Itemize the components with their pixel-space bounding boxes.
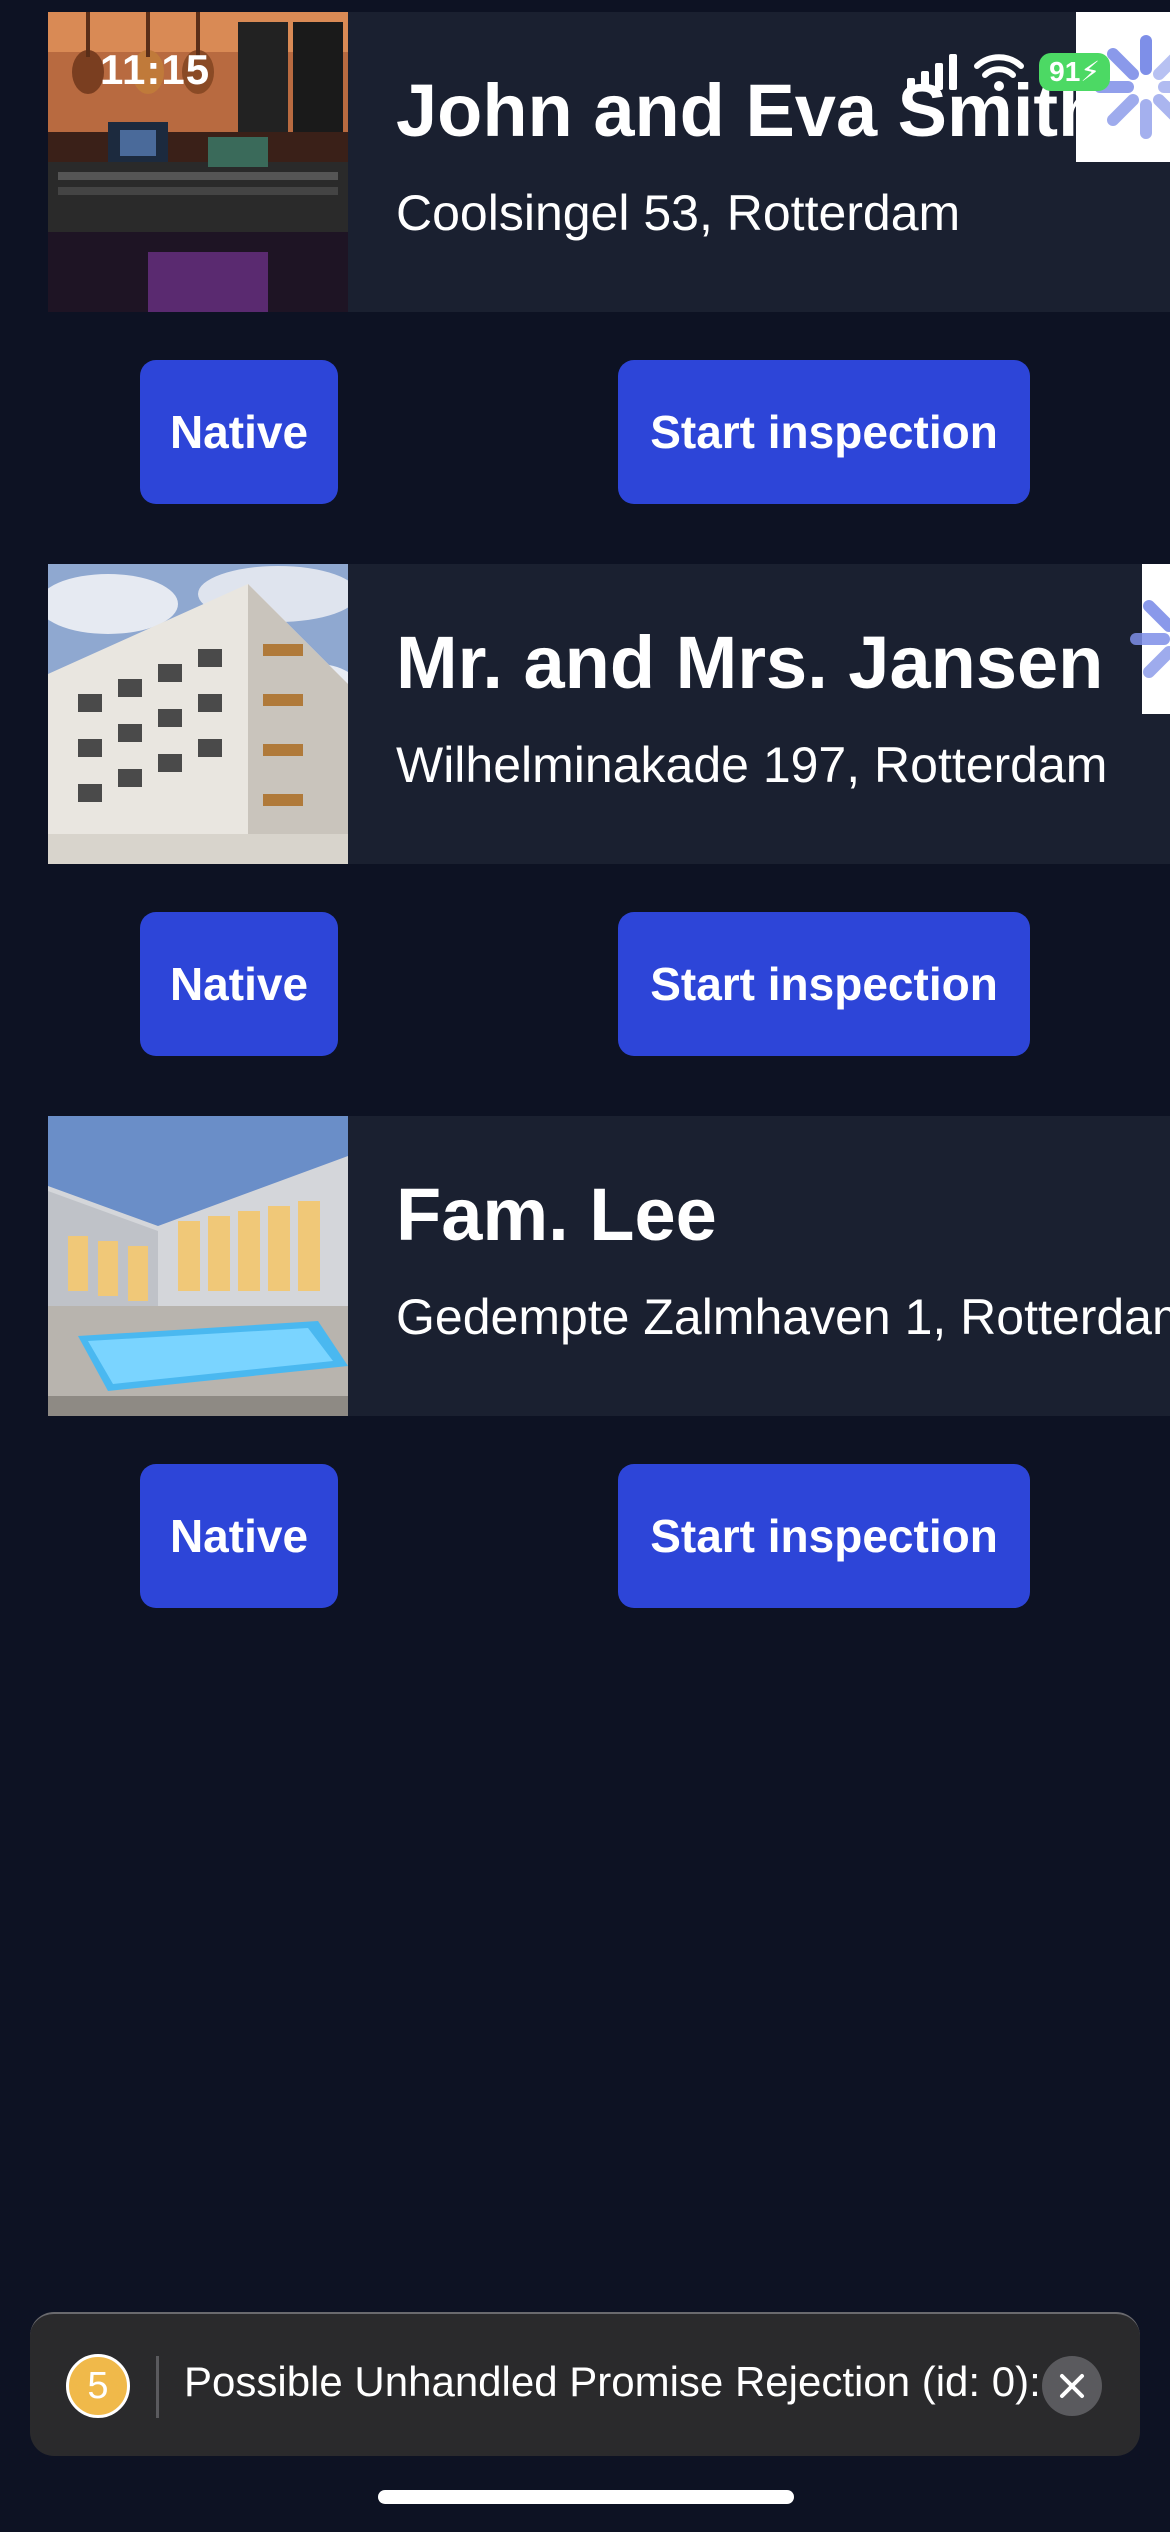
property-address: Coolsingel 53, Rotterdam	[396, 185, 961, 241]
start-inspection-button[interactable]: Start inspection	[618, 360, 1030, 504]
start-inspection-button[interactable]: Start inspection	[618, 1464, 1030, 1608]
property-name: Fam. Lee	[396, 1173, 717, 1256]
start-inspection-button[interactable]: Start inspection	[618, 912, 1030, 1056]
status-time: 11:15	[100, 46, 211, 93]
cellular-signal-icon	[907, 54, 958, 90]
spinner-icon	[1130, 600, 1170, 678]
property-card[interactable]: Mr. and Mrs. Jansen Wilhelminakade 197, …	[48, 564, 1170, 864]
warning-count-badge: 5	[66, 2354, 130, 2418]
warning-message[interactable]: Possible Unhandled Promise Rejection (id…	[184, 2358, 1044, 2406]
property-thumbnail	[48, 564, 348, 864]
status-icons: 91⚡	[907, 52, 1110, 92]
toast-divider	[156, 2356, 159, 2418]
property-address: Gedempte Zalmhaven 1, Rotterdam	[396, 1289, 1170, 1345]
warning-toast[interactable]: 5 Possible Unhandled Promise Rejection (…	[30, 2312, 1140, 2456]
property-name: Mr. and Mrs. Jansen	[396, 621, 1104, 704]
native-button[interactable]: Native	[140, 912, 338, 1056]
battery-level: 91	[1049, 56, 1081, 87]
loading-spinner	[1130, 564, 1170, 714]
battery-indicator: 91⚡	[1039, 53, 1110, 91]
home-indicator[interactable]	[378, 2490, 794, 2504]
wifi-icon	[974, 54, 1025, 91]
close-button[interactable]	[1042, 2356, 1102, 2416]
native-button[interactable]: Native	[140, 1464, 338, 1608]
villa-pool-photo-icon	[48, 1116, 348, 1416]
native-button[interactable]: Native	[140, 360, 338, 504]
property-card[interactable]: Fam. Lee Gedempte Zalmhaven 1, Rotterdam	[48, 1116, 1170, 1416]
apartment-building-photo-icon	[48, 564, 348, 864]
close-icon	[1060, 2374, 1084, 2398]
property-thumbnail	[48, 1116, 348, 1416]
property-address: Wilhelminakade 197, Rotterdam	[396, 737, 1108, 793]
